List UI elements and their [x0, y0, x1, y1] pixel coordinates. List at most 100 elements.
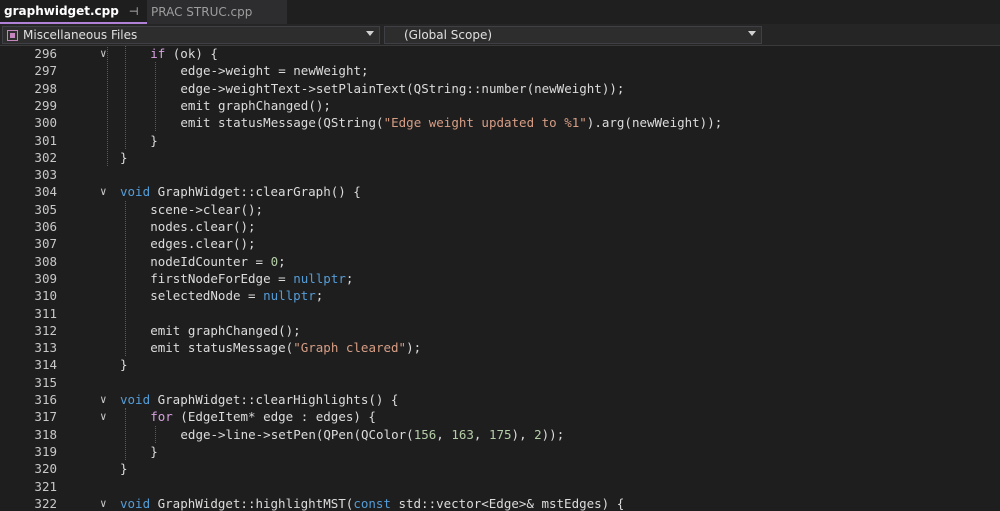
code-line[interactable]: 302}: [0, 149, 1000, 166]
code-token: const: [353, 495, 391, 511]
code-line[interactable]: 296 ∨ if (ok) {: [0, 46, 1000, 62]
code-line[interactable]: 313 emit statusMessage("Graph cleared");: [0, 339, 1000, 356]
code-line[interactable]: 308 nodeIdCounter = 0;: [0, 253, 1000, 270]
code-token: if: [150, 46, 166, 61]
code-token: 0: [270, 253, 279, 269]
line-number: 322: [34, 495, 57, 511]
line-number: 300: [34, 115, 57, 131]
code-text: edge->weightText->setPlainText(QString::…: [180, 80, 624, 97]
code-text: nodes.clear();: [150, 218, 255, 235]
code-line[interactable]: 314}: [0, 356, 1000, 373]
line-number: 320: [34, 461, 57, 477]
fold-chevron-icon[interactable]: ∨: [100, 391, 107, 408]
code-line[interactable]: 301}: [0, 132, 1000, 149]
code-token: GraphWidget::highlightMST(: [150, 495, 354, 511]
project-dropdown[interactable]: Miscellaneous Files: [2, 26, 380, 44]
scope-dropdown[interactable]: (Global Scope): [384, 26, 762, 44]
code-token: firstNodeForEdge =: [150, 270, 294, 286]
code-line[interactable]: 304 ∨ void GraphWidget::clearGraph() {: [0, 183, 1000, 200]
tab-label: graphwidget.cpp: [4, 4, 119, 18]
line-number: 298: [34, 80, 57, 96]
pin-icon[interactable]: ⊣: [129, 5, 139, 18]
fold-chevron-icon[interactable]: ∨: [100, 46, 107, 62]
code-line[interactable]: 318 edge->line->setPen(QPen(QColor(156, 1…: [0, 426, 1000, 443]
code-text: void GraphWidget::highlightMST(const std…: [120, 495, 624, 511]
code-line[interactable]: 307 edges.clear();: [0, 235, 1000, 252]
line-number: 305: [34, 201, 57, 217]
line-number: 308: [34, 253, 57, 269]
code-token: nullptr: [293, 270, 346, 286]
line-number: 297: [34, 63, 57, 79]
code-token: void: [120, 184, 151, 200]
tab-prac-struc-cpp[interactable]: PRAC STRUC.cpp: [147, 0, 287, 24]
code-token: }: [120, 149, 128, 165]
code-line[interactable]: 297 edge->weight = newWeight;: [0, 62, 1000, 79]
code-line[interactable]: 312 emit graphChanged();: [0, 322, 1000, 339]
code-text: nodeIdCounter = 0;: [150, 253, 285, 270]
code-token: (ok) {: [165, 46, 218, 61]
code-line[interactable]: 321: [0, 478, 1000, 495]
code-text: if (ok) {: [150, 46, 218, 62]
fold-chevron-icon[interactable]: ∨: [100, 183, 107, 200]
code-token: emit graphChanged();: [150, 322, 301, 338]
code-token: edge->weightText->setPlainText(QString::…: [180, 80, 625, 96]
code-token: );: [406, 340, 422, 356]
code-text: }: [120, 149, 128, 166]
code-token: ,: [436, 426, 452, 442]
code-line[interactable]: 316 ∨ void GraphWidget::clearHighlights() …: [0, 391, 1000, 408]
fold-chevron-icon[interactable]: ∨: [100, 408, 107, 425]
indent-guide: [155, 62, 156, 132]
line-number: 310: [34, 288, 57, 304]
line-number: 315: [34, 374, 57, 390]
code-line[interactable]: 311: [0, 305, 1000, 322]
code-text: edge->weight = newWeight;: [180, 62, 368, 79]
code-line[interactable]: 315: [0, 374, 1000, 391]
code-text: edge->line->setPen(QPen(QColor(156, 163,…: [180, 426, 564, 443]
line-number: 321: [34, 478, 57, 494]
line-number: 303: [34, 167, 57, 183]
code-token: emit statusMessage(QString(: [180, 115, 384, 131]
code-token: emit statusMessage(: [150, 340, 294, 356]
indent-guide: [107, 46, 108, 167]
code-token: 156: [413, 426, 437, 442]
code-text: firstNodeForEdge = nullptr;: [150, 270, 353, 287]
line-number: 301: [34, 132, 57, 148]
code-text: edges.clear();: [150, 235, 255, 252]
line-number: 318: [34, 426, 57, 442]
code-text: selectedNode = nullptr;: [150, 287, 323, 304]
code-line[interactable]: 309 firstNodeForEdge = nullptr;: [0, 270, 1000, 287]
code-line[interactable]: 320}: [0, 460, 1000, 477]
code-editor[interactable]: 296 ∨ if (ok) {297 edge->weight = newWeight…: [0, 46, 1000, 511]
code-text: emit statusMessage("Graph cleared");: [150, 339, 421, 356]
code-token: 2: [534, 426, 542, 442]
tab-bar: graphwidget.cpp ⊣ ✕ PRAC STRUC.cpp: [0, 0, 1000, 24]
code-line[interactable]: 299 emit graphChanged();: [0, 97, 1000, 114]
code-line[interactable]: 305 scene->clear();: [0, 201, 1000, 218]
project-dropdown-label: Miscellaneous Files: [23, 28, 138, 42]
line-number: 316: [34, 392, 57, 407]
code-line[interactable]: 310 selectedNode = nullptr;: [0, 287, 1000, 304]
line-number: 304: [34, 184, 57, 200]
code-text: }: [120, 356, 128, 373]
code-token: ;: [278, 253, 286, 269]
code-text: }: [150, 132, 158, 149]
code-line[interactable]: 322 ∨ void GraphWidget::highlightMST(const…: [0, 495, 1000, 511]
code-token: nodeIdCounter =: [150, 253, 271, 269]
code-line[interactable]: 298 edge->weightText->setPlainText(QStrin…: [0, 80, 1000, 97]
code-line[interactable]: 303: [0, 166, 1000, 183]
code-line[interactable]: 300 emit statusMessage(QString("Edge weig…: [0, 114, 1000, 131]
code-token: }: [120, 357, 128, 373]
code-line[interactable]: 319}: [0, 443, 1000, 460]
code-token: "Edge weight updated to %1": [383, 115, 587, 131]
code-token: ));: [541, 426, 565, 442]
tab-graphwidget-cpp[interactable]: graphwidget.cpp ⊣ ✕: [0, 0, 157, 24]
code-token: ),: [511, 426, 535, 442]
code-line[interactable]: 306 nodes.clear();: [0, 218, 1000, 235]
code-line[interactable]: 317 ∨ for (EdgeItem* edge : edges) {: [0, 408, 1000, 425]
code-token: emit graphChanged();: [180, 97, 331, 113]
tab-label: PRAC STRUC.cpp: [151, 5, 253, 19]
code-token: 163: [451, 426, 474, 442]
fold-chevron-icon[interactable]: ∨: [100, 495, 107, 511]
code-text: void GraphWidget::clearGraph() {: [120, 183, 361, 200]
line-number: 319: [34, 443, 57, 459]
